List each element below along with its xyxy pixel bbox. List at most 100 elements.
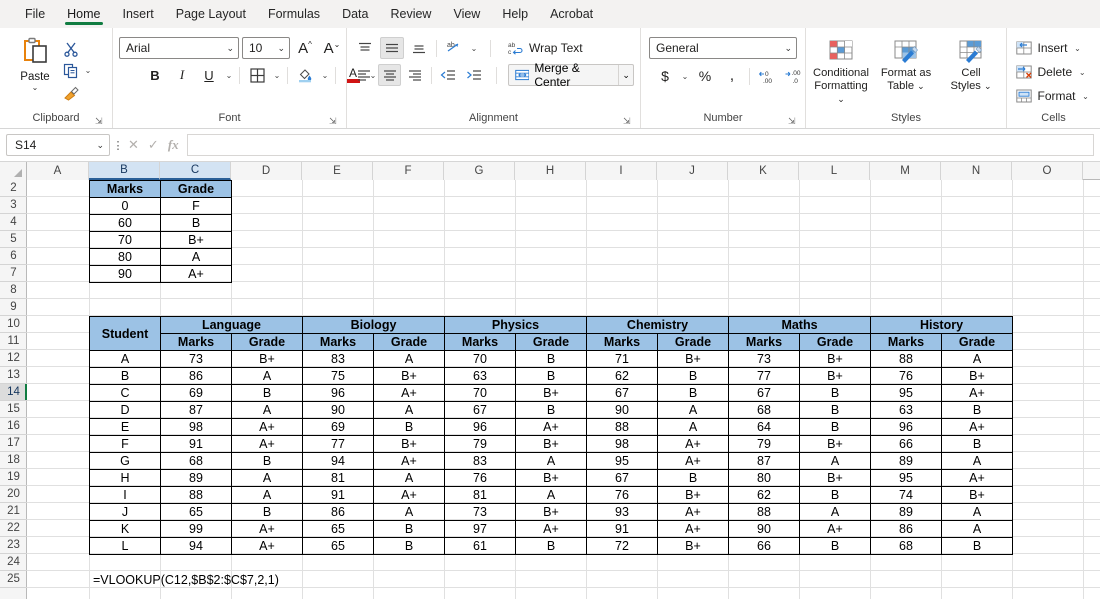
- lookup-cell[interactable]: 0: [89, 197, 161, 215]
- grades-subheader-grade[interactable]: Grade: [515, 333, 587, 351]
- borders-button[interactable]: [245, 64, 269, 86]
- name-box[interactable]: S14 ⌄: [6, 134, 110, 156]
- grades-data-cell[interactable]: B+: [941, 367, 1013, 385]
- grades-data-cell[interactable]: 81: [302, 469, 374, 487]
- grades-data-cell[interactable]: A+: [231, 435, 303, 453]
- delete-cells-button[interactable]: Delete ⌄: [1013, 61, 1093, 83]
- grades-data-cell[interactable]: 96: [444, 418, 516, 436]
- grades-data-cell[interactable]: B+: [515, 384, 587, 402]
- grades-data-cell[interactable]: 77: [728, 367, 800, 385]
- grades-data-cell[interactable]: B: [231, 452, 303, 470]
- format-as-table-button[interactable]: Format as Table ⌄: [875, 37, 938, 106]
- grades-data-cell[interactable]: A+: [941, 384, 1013, 402]
- grades-data-cell[interactable]: 94: [160, 537, 232, 555]
- comma-format-button[interactable]: ,: [720, 65, 744, 87]
- row-header-15[interactable]: 15: [0, 401, 27, 418]
- grades-subheader-marks[interactable]: Marks: [302, 333, 374, 351]
- grades-student-cell[interactable]: J: [89, 503, 161, 521]
- grades-data-cell[interactable]: 65: [302, 520, 374, 538]
- grades-data-cell[interactable]: B: [515, 401, 587, 419]
- bold-button[interactable]: B: [143, 64, 167, 86]
- grades-data-cell[interactable]: B+: [657, 486, 729, 504]
- row-header-19[interactable]: 19: [0, 469, 27, 486]
- clipboard-dialog-launcher[interactable]: ⇲: [95, 116, 106, 127]
- chevron-down-icon[interactable]: ⌄: [1077, 68, 1087, 77]
- tab-acrobat[interactable]: Acrobat: [539, 3, 604, 26]
- chevron-down-icon[interactable]: ⌄: [469, 44, 479, 53]
- grades-data-cell[interactable]: B: [515, 350, 587, 368]
- grades-data-cell[interactable]: B: [799, 384, 871, 402]
- grades-data-cell[interactable]: 99: [160, 520, 232, 538]
- grades-data-cell[interactable]: 74: [870, 486, 942, 504]
- grades-data-cell[interactable]: 94: [302, 452, 374, 470]
- grades-data-cell[interactable]: B+: [231, 350, 303, 368]
- grades-data-cell[interactable]: A: [657, 418, 729, 436]
- tab-formulas[interactable]: Formulas: [257, 3, 331, 26]
- lookup-cell[interactable]: B: [160, 214, 232, 232]
- chevron-down-icon[interactable]: ⌄: [224, 71, 234, 80]
- column-header-I[interactable]: I: [586, 162, 657, 180]
- lookup-cell[interactable]: F: [160, 197, 232, 215]
- grow-font-button[interactable]: A^: [293, 37, 317, 59]
- insert-cells-button[interactable]: Insert ⌄: [1013, 37, 1093, 59]
- grades-data-cell[interactable]: 62: [586, 367, 658, 385]
- column-header-H[interactable]: H: [515, 162, 586, 180]
- column-header-A[interactable]: A: [27, 162, 89, 180]
- row-header-23[interactable]: 23: [0, 537, 27, 554]
- column-header-C[interactable]: C: [160, 162, 231, 180]
- grades-data-cell[interactable]: 96: [302, 384, 374, 402]
- font-name-combo[interactable]: Arial ⌄: [119, 37, 239, 59]
- grades-data-cell[interactable]: 90: [728, 520, 800, 538]
- lookup-cell[interactable]: 70: [89, 231, 161, 249]
- alignment-dialog-launcher[interactable]: ⇲: [623, 116, 634, 127]
- grades-data-cell[interactable]: A: [515, 452, 587, 470]
- grades-data-cell[interactable]: A+: [657, 503, 729, 521]
- grades-data-cell[interactable]: 89: [870, 503, 942, 521]
- align-right-button[interactable]: [404, 64, 426, 86]
- grades-data-cell[interactable]: A: [941, 350, 1013, 368]
- shrink-font-button[interactable]: A⌄: [320, 37, 344, 59]
- grades-data-cell[interactable]: 61: [444, 537, 516, 555]
- grades-data-cell[interactable]: 76: [444, 469, 516, 487]
- grades-data-cell[interactable]: 83: [302, 350, 374, 368]
- align-center-button[interactable]: [378, 64, 401, 86]
- grades-data-cell[interactable]: 93: [586, 503, 658, 521]
- grades-data-cell[interactable]: 76: [586, 486, 658, 504]
- grades-data-cell[interactable]: A: [799, 503, 871, 521]
- lookup-cell[interactable]: A: [160, 248, 232, 266]
- grades-data-cell[interactable]: A: [373, 503, 445, 521]
- column-header-O[interactable]: O: [1012, 162, 1083, 180]
- grades-data-cell[interactable]: 68: [870, 537, 942, 555]
- grades-data-cell[interactable]: 97: [444, 520, 516, 538]
- grades-data-cell[interactable]: B: [799, 418, 871, 436]
- grades-header-student[interactable]: Student: [89, 316, 161, 351]
- row-header-17[interactable]: 17: [0, 435, 27, 452]
- increase-decimal-button[interactable]: .00 .0: [782, 65, 806, 87]
- tab-view[interactable]: View: [442, 3, 491, 26]
- grades-data-cell[interactable]: A: [231, 367, 303, 385]
- wrap-text-button[interactable]: ab c Wrap Text: [502, 37, 589, 59]
- tab-insert[interactable]: Insert: [112, 3, 165, 26]
- cancel-icon[interactable]: ✕: [128, 137, 139, 153]
- grades-data-cell[interactable]: A+: [373, 486, 445, 504]
- grades-student-cell[interactable]: H: [89, 469, 161, 487]
- grades-subject-header[interactable]: Biology: [302, 316, 445, 334]
- grades-data-cell[interactable]: B: [941, 435, 1013, 453]
- format-painter-button[interactable]: [60, 83, 82, 103]
- grades-data-cell[interactable]: 88: [160, 486, 232, 504]
- grades-data-cell[interactable]: 71: [586, 350, 658, 368]
- row-header-2[interactable]: 2: [0, 180, 27, 197]
- select-all-button[interactable]: [0, 162, 27, 180]
- number-format-combo[interactable]: General ⌄: [649, 37, 797, 59]
- row-header-12[interactable]: 12: [0, 350, 27, 367]
- formula-input[interactable]: [186, 134, 1094, 156]
- grades-data-cell[interactable]: A+: [657, 520, 729, 538]
- insert-function-icon[interactable]: fx: [168, 137, 179, 153]
- grades-data-cell[interactable]: 73: [728, 350, 800, 368]
- grades-data-cell[interactable]: 89: [160, 469, 232, 487]
- row-header-10[interactable]: 10: [0, 316, 27, 333]
- chevron-down-icon[interactable]: ⌄: [83, 66, 93, 75]
- chevron-down-icon[interactable]: ⌄: [618, 65, 633, 85]
- lookup-header-grade[interactable]: Grade: [160, 180, 232, 198]
- grades-data-cell[interactable]: 86: [870, 520, 942, 538]
